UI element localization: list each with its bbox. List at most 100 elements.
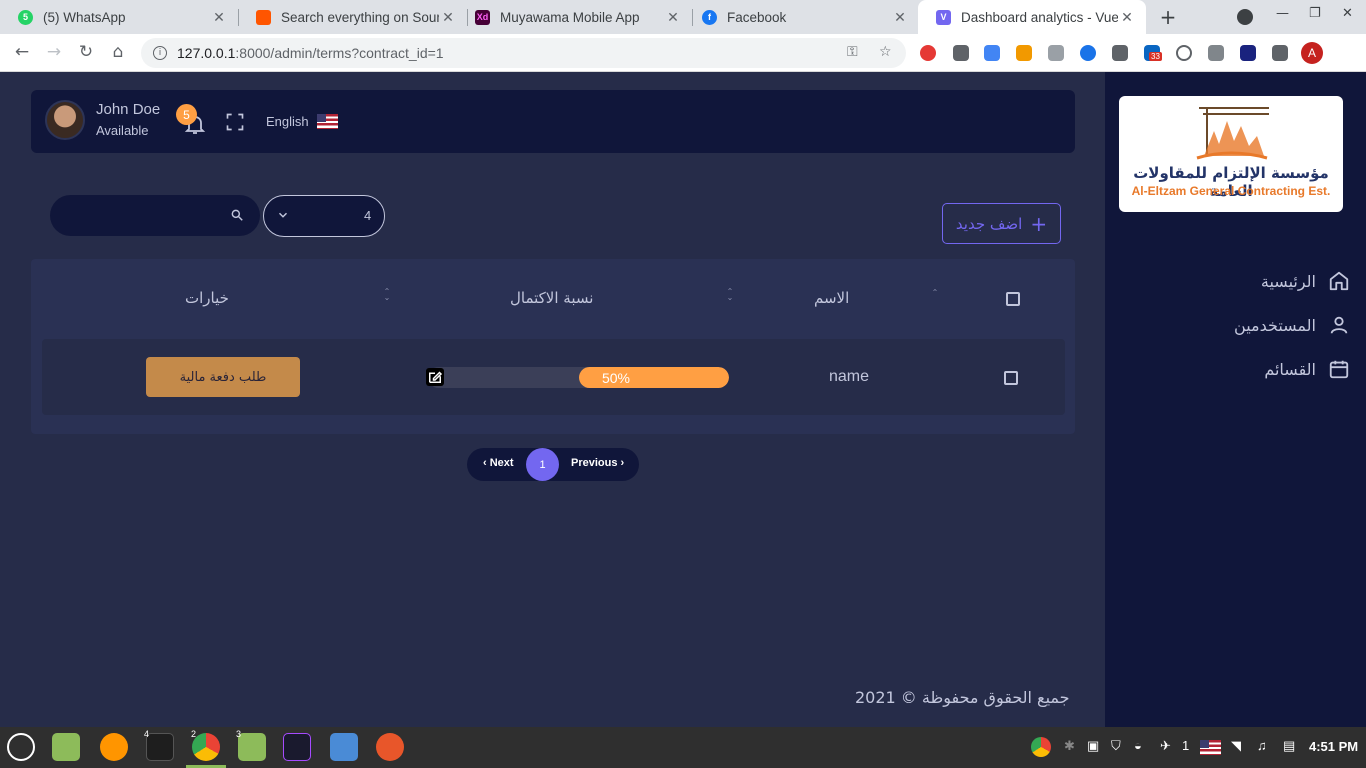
camera-icon[interactable] — [1048, 45, 1064, 61]
payment-request-button[interactable]: طلب دفعة مالية — [146, 357, 300, 397]
phpstorm-icon[interactable] — [283, 733, 311, 761]
user-name: John Doe — [96, 101, 161, 118]
rss-icon[interactable] — [1016, 45, 1032, 61]
code-icon[interactable] — [1176, 45, 1192, 61]
files-window-count: 3 — [236, 729, 242, 739]
top-navbar: John Doe Available 5 English — [31, 90, 1075, 153]
add-new-button[interactable]: اضف جديد + — [942, 203, 1061, 244]
shield-tray-icon[interactable]: ⛉ — [1111, 738, 1121, 754]
wifi-icon[interactable]: ◥ — [1231, 738, 1241, 754]
sidebar-item-users[interactable]: المستخدمين — [1234, 314, 1350, 336]
shield-icon[interactable] — [1240, 45, 1256, 61]
notification-badge: 5 — [176, 104, 197, 125]
tab-title: Search everything on Sound — [281, 9, 439, 25]
terminal-icon[interactable] — [146, 733, 174, 761]
sidebar-item-label: القسائم — [1264, 359, 1316, 379]
sidebar-item-home[interactable]: الرئيسية — [1261, 270, 1350, 292]
vue-devtools-icon[interactable] — [1208, 45, 1224, 61]
screenshot-icon[interactable] — [330, 733, 358, 761]
avatar[interactable] — [45, 100, 85, 140]
mint-menu-icon[interactable] — [7, 733, 35, 761]
profile-avatar[interactable]: A — [1301, 42, 1323, 64]
translate-icon[interactable] — [984, 45, 1000, 61]
close-icon[interactable]: ✕ — [664, 9, 682, 26]
next-page-button[interactable]: ‹ Next — [483, 457, 514, 469]
fullscreen-icon[interactable] — [225, 112, 245, 132]
firefox-icon[interactable] — [100, 733, 128, 761]
extension-blue-icon[interactable] — [1080, 45, 1096, 61]
new-tab-button[interactable]: + — [1157, 5, 1179, 29]
close-window-button[interactable]: ✕ — [1342, 6, 1353, 21]
browser-tab-bar: 5 (5) WhatsApp ✕ Search everything on So… — [0, 0, 1366, 34]
row-checkbox[interactable] — [1004, 371, 1018, 385]
bookmark-star-icon[interactable]: ☆ — [879, 44, 892, 60]
adblock-icon[interactable] — [920, 45, 936, 61]
reload-button[interactable]: ↻ — [75, 42, 97, 62]
address-bar[interactable]: i 127.0.0.1:8000/admin/terms?contract_id… — [141, 38, 906, 68]
sort-icon[interactable]: ⌃ ⌄ — [383, 288, 391, 302]
music-icon[interactable]: ♫ — [1257, 738, 1267, 753]
close-icon[interactable]: ✕ — [1118, 9, 1136, 26]
bluetooth-icon[interactable]: ✱ — [1064, 738, 1075, 754]
column-header-name[interactable]: الاسم — [814, 289, 849, 307]
column-header-progress[interactable]: نسبة الاكتمال — [510, 289, 593, 307]
postman-icon[interactable] — [376, 733, 404, 761]
chevron-left-icon: ‹ — [483, 457, 490, 469]
calendar-icon — [1329, 360, 1349, 379]
search-icon[interactable] — [230, 208, 244, 222]
sort-icon[interactable]: ⌃ — [931, 289, 939, 302]
extension-gray-icon[interactable] — [1112, 45, 1128, 61]
column-header-options[interactable]: خيارات — [185, 289, 229, 307]
linkedin-icon[interactable]: 33 — [1144, 45, 1162, 61]
soundcloud-icon — [256, 9, 271, 25]
tab-search-icon[interactable] — [1237, 9, 1253, 25]
minimize-button[interactable]: — — [1276, 6, 1289, 21]
page-number-button[interactable]: 1 — [526, 448, 559, 481]
select-all-checkbox[interactable] — [1006, 292, 1020, 306]
sidebar-item-vouchers[interactable]: القسائم — [1264, 358, 1350, 380]
home-button[interactable]: ⌂ — [107, 42, 129, 62]
us-flag-icon — [316, 114, 338, 129]
footer-copyright: 2021 © جميع الحقوق محفوظة — [855, 688, 1070, 707]
progress-bar: 50% — [428, 367, 729, 388]
files-icon[interactable] — [238, 733, 266, 761]
browser-toolbar: ← → ↻ ⌂ i 127.0.0.1:8000/admin/terms?con… — [0, 34, 1366, 72]
search-input[interactable] — [68, 205, 228, 225]
workspace-number: 1 — [1182, 738, 1190, 753]
chrome-tray-icon[interactable] — [1031, 737, 1051, 757]
forward-button[interactable]: → — [43, 42, 65, 62]
site-info-icon[interactable]: i — [153, 46, 167, 60]
folder-icon[interactable] — [52, 733, 80, 761]
close-icon[interactable]: ✕ — [439, 9, 457, 26]
clock[interactable]: 4:51 PM — [1309, 739, 1358, 754]
notification-tray-icon[interactable]: ✈ — [1160, 738, 1171, 754]
puzzle-icon[interactable] — [1272, 45, 1288, 61]
close-icon[interactable]: ✕ — [210, 9, 228, 26]
key-icon[interactable]: ⚿ — [847, 44, 858, 60]
tab-facebook[interactable]: f Facebook ✕ — [684, 0, 919, 34]
sidebar: مؤسسة الإلتزام للمقاولات العامة Al-Eltza… — [1105, 72, 1366, 727]
language-selector[interactable]: English — [266, 114, 338, 129]
sort-icon[interactable]: ⌃ ⌄ — [726, 288, 734, 302]
data-table: ⌃ الاسم ⌃ ⌄ نسبة الاكتمال ⌃ ⌄ خيارات name … — [31, 259, 1075, 434]
next-label: Next — [489, 457, 514, 469]
network-icon[interactable]: ◒ — [1134, 738, 1142, 753]
previous-page-button[interactable]: Previous › — [571, 457, 624, 469]
battery-icon[interactable]: ▤ — [1283, 738, 1295, 754]
keyboard-layout-flag-icon[interactable] — [1200, 740, 1221, 755]
close-icon[interactable]: ✕ — [891, 9, 909, 26]
edit-icon[interactable] — [426, 368, 444, 386]
per-page-select[interactable]: 4 — [263, 195, 385, 237]
eyedropper-icon[interactable] — [953, 45, 969, 61]
per-page-value: 4 — [364, 208, 372, 223]
row-name: name — [829, 368, 870, 385]
tab-soundcloud[interactable]: Search everything on Sound ✕ — [238, 0, 467, 34]
clipboard-icon[interactable]: ▣ — [1087, 738, 1099, 754]
tab-whatsapp[interactable]: 5 (5) WhatsApp ✕ — [0, 0, 238, 34]
tab-dashboard[interactable]: V Dashboard analytics - Vuexy ✕ — [918, 0, 1146, 34]
plus-icon: + — [1030, 211, 1048, 236]
tab-xd[interactable]: Xd Muyawama Mobile App ✕ — [457, 0, 692, 34]
maximize-button[interactable]: ❐ — [1309, 6, 1321, 21]
chrome-icon[interactable] — [192, 733, 220, 761]
back-button[interactable]: ← — [11, 42, 33, 62]
